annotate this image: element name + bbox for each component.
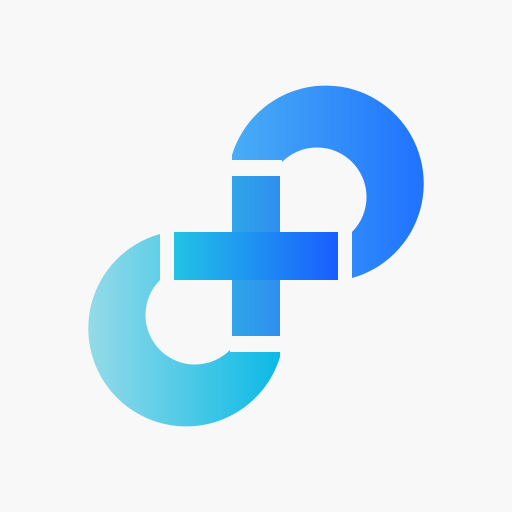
infinity-plus-logo-icon xyxy=(88,85,424,427)
app-icon-canvas xyxy=(0,0,512,512)
plus-horizontal-bar xyxy=(174,232,338,280)
